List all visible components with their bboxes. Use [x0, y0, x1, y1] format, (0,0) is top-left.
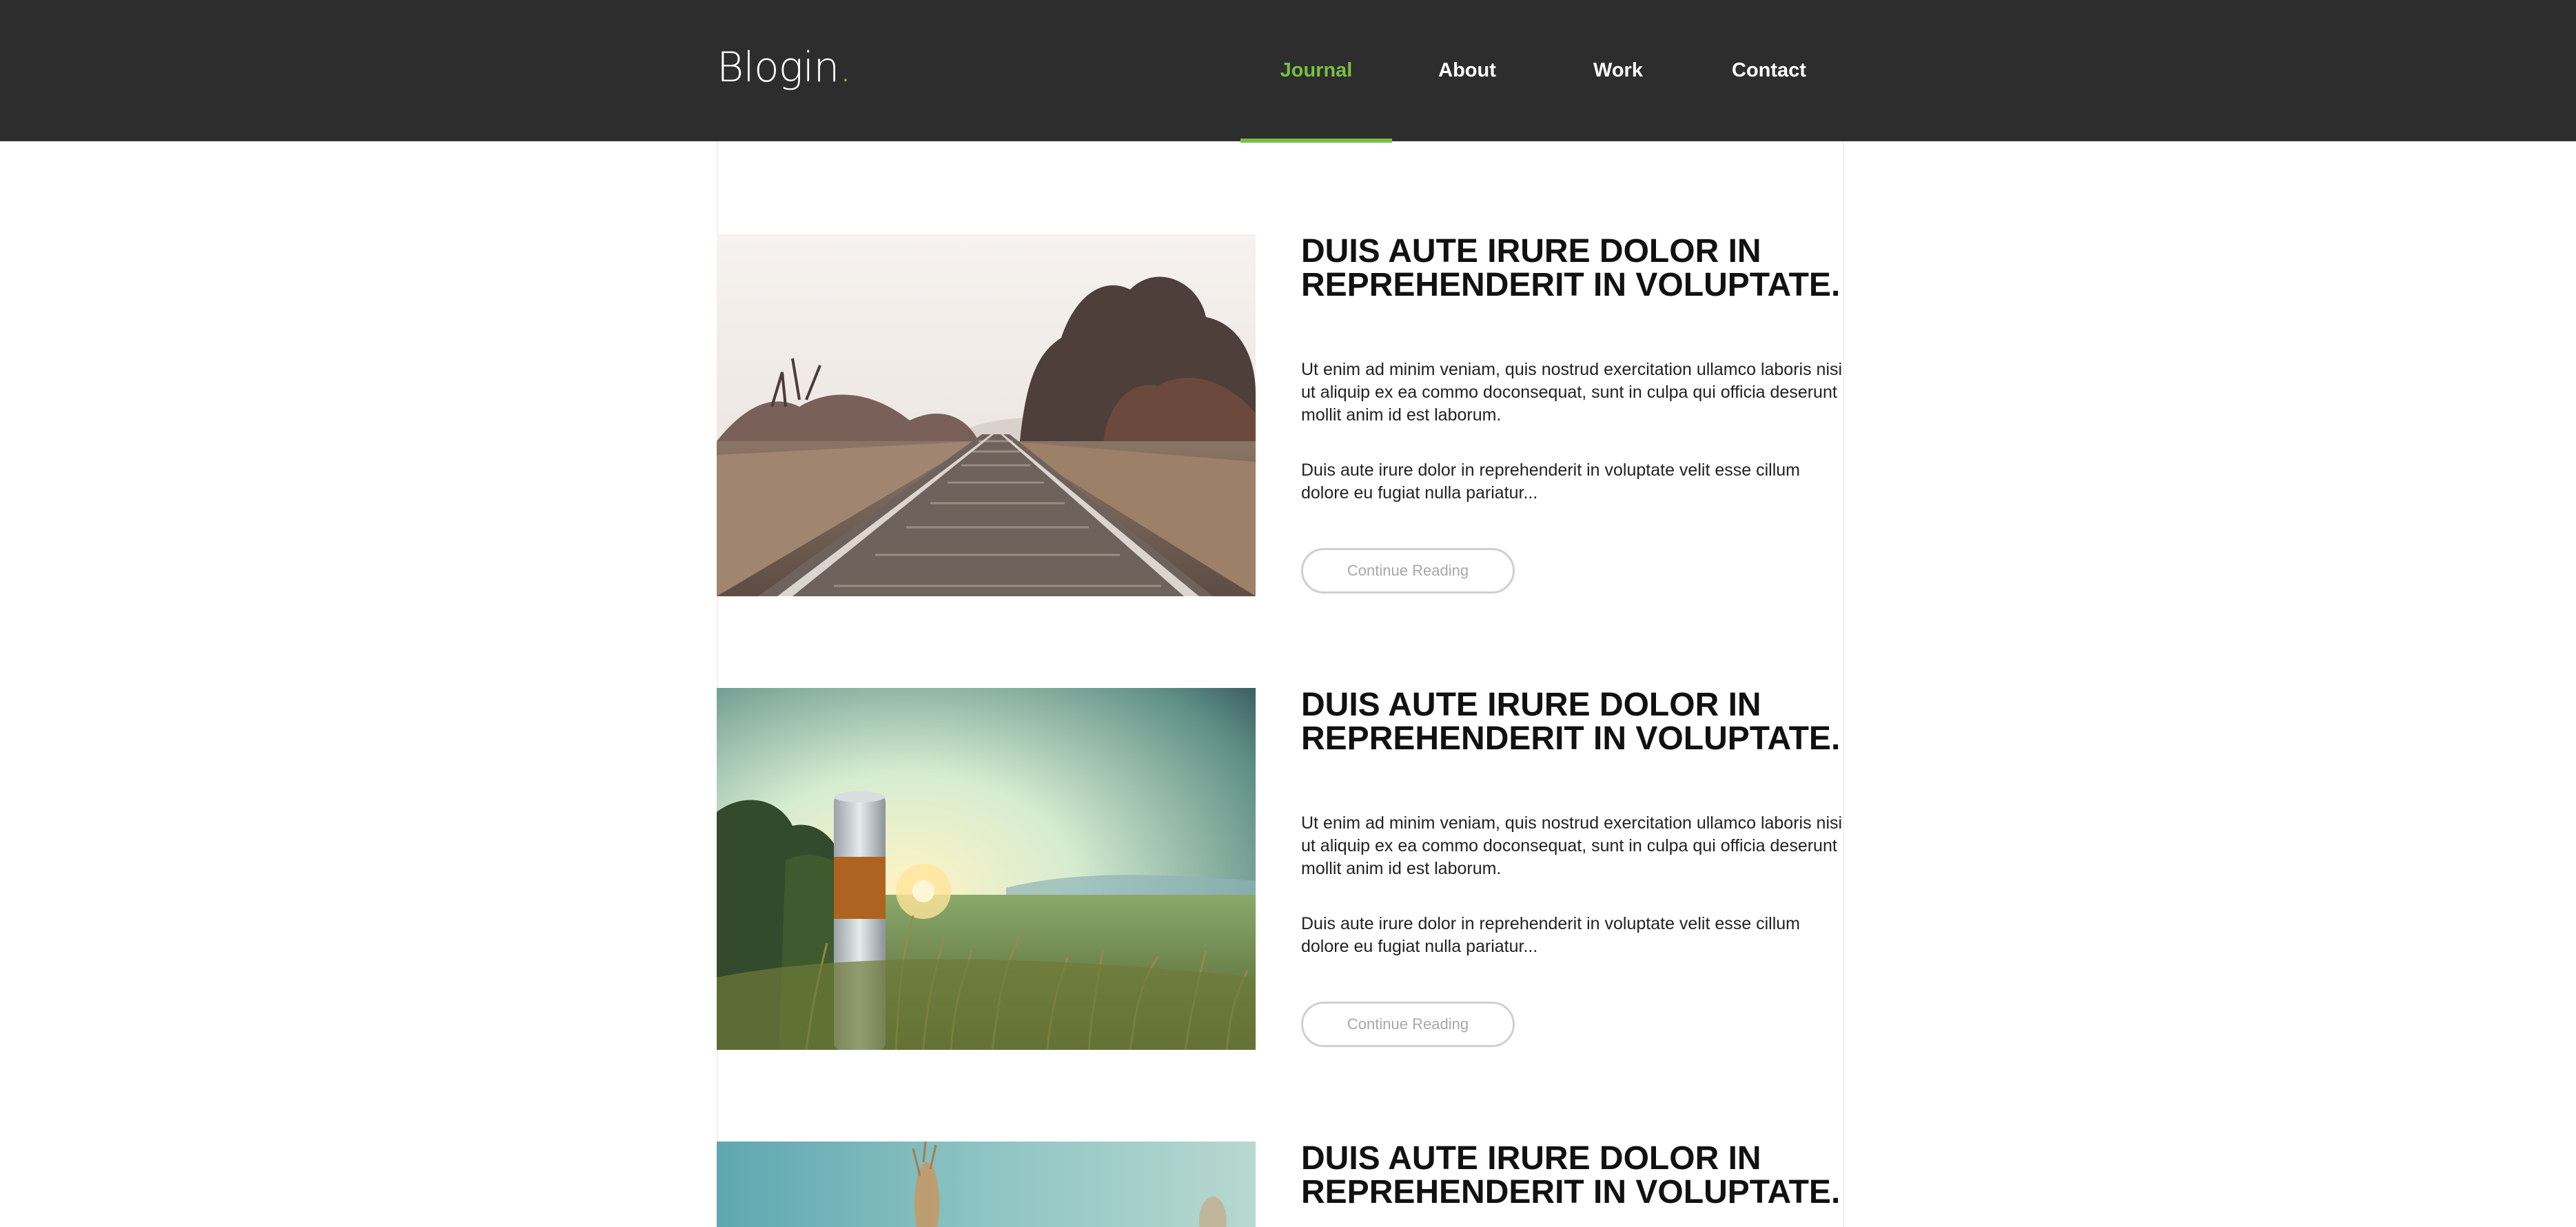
post-title[interactable]: DUIS AUTE IRURE DOLOR IN REPREHENDERIT I… — [1301, 1142, 1846, 1209]
post-card: DUIS AUTE IRURE DOLOR IN REPREHENDERIT I… — [717, 1142, 1847, 1227]
continue-reading-button[interactable]: Continue Reading — [1301, 1002, 1515, 1047]
post-text: DUIS AUTE IRURE DOLOR IN REPREHENDERIT I… — [1301, 688, 1846, 1047]
post-excerpt: Ut enim ad minim veniam, quis nostrud ex… — [1301, 813, 1843, 878]
sunset-field-post-photo[interactable] — [717, 688, 1256, 1050]
post-card: DUIS AUTE IRURE DOLOR IN REPREHENDERIT I… — [717, 688, 1847, 1050]
post-text: DUIS AUTE IRURE DOLOR IN REPREHENDERIT I… — [1301, 234, 1846, 594]
post-card: DUIS AUTE IRURE DOLOR IN REPREHENDERIT I… — [717, 234, 1847, 596]
post-title[interactable]: DUIS AUTE IRURE DOLOR IN REPREHENDERIT I… — [1301, 688, 1846, 756]
site-logo[interactable]: Blogin. — [717, 40, 852, 95]
post-text: DUIS AUTE IRURE DOLOR IN REPREHENDERIT I… — [1301, 1142, 1846, 1209]
post-excerpt: Duis aute irure dolor in reprehenderit i… — [1301, 914, 1800, 956]
nav-item-work[interactable]: Work — [1542, 0, 1694, 141]
continue-reading-button[interactable]: Continue Reading — [1301, 548, 1515, 594]
nav-item-about[interactable]: About — [1391, 0, 1543, 141]
post-title[interactable]: DUIS AUTE IRURE DOLOR IN REPREHENDERIT I… — [1301, 234, 1846, 302]
post-excerpt: Duis aute irure dolor in reprehenderit i… — [1301, 460, 1800, 503]
nav-item-label: About — [1438, 59, 1496, 81]
nav-item-journal[interactable]: Journal — [1240, 0, 1392, 143]
wheat-sky-photo[interactable] — [717, 1142, 1256, 1227]
nav-item-label: Work — [1593, 59, 1643, 81]
post-excerpt: Ut enim ad minim veniam, quis nostrud ex… — [1301, 360, 1843, 425]
site-header: Blogin. Journal About Work Contact — [0, 0, 2576, 143]
logo-dot: . — [839, 43, 852, 92]
nav-item-label: Journal — [1280, 59, 1353, 81]
nav-item-label: Contact — [1732, 59, 1806, 81]
nav-item-contact[interactable]: Contact — [1693, 0, 1845, 141]
railway-tracks-photo[interactable] — [717, 234, 1256, 596]
logo-text: Blogin — [717, 43, 839, 92]
